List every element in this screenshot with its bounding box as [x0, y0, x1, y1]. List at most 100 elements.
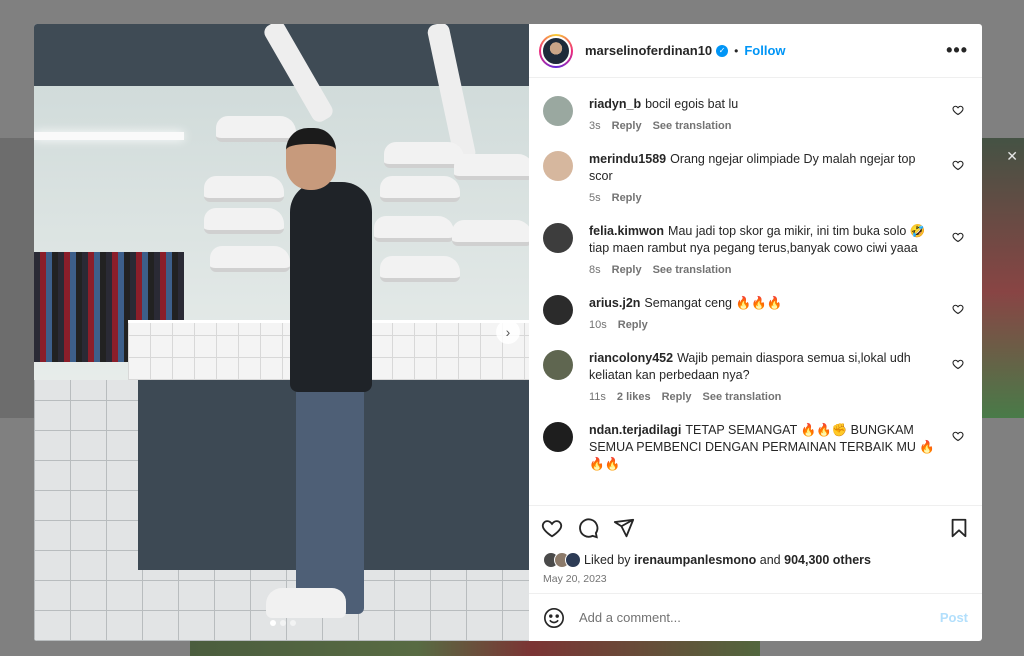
comment-time: 3s: [589, 120, 601, 132]
photo-sneaker: [204, 176, 284, 202]
comment-item: felia.kimwon Mau jadi top skor ga mikir, …: [543, 223, 968, 276]
photo-sneaker: [452, 220, 529, 246]
liked-by-username[interactable]: irenaumpanlesmono: [634, 553, 756, 567]
reply-button[interactable]: Reply: [612, 264, 642, 276]
liker-avatars: [543, 552, 581, 568]
comment-input[interactable]: [579, 610, 940, 625]
post-photo[interactable]: ›: [34, 24, 529, 641]
comment-time: 8s: [589, 264, 601, 276]
comment-meta: 3s Reply See translation: [589, 120, 942, 132]
comment-likes[interactable]: 2 likes: [617, 391, 651, 403]
photo-sneaker: [384, 142, 464, 168]
carousel-indicator: [270, 620, 296, 626]
carousel-dot: [280, 620, 286, 626]
photo-person-shoes: [266, 588, 346, 618]
post-actions: [529, 505, 982, 549]
heart-icon[interactable]: [541, 517, 563, 539]
post-modal: › marselinoferdinan10 ✓ • Follow ••• ria…: [34, 24, 982, 641]
comment-item: merindu1589 Orang ngejar olimpiade Dy mal…: [543, 151, 968, 204]
commenter-avatar[interactable]: [543, 350, 573, 380]
photo-person-head: [286, 128, 336, 190]
reply-button[interactable]: Reply: [612, 120, 642, 132]
see-translation-button[interactable]: See translation: [703, 391, 782, 403]
comment-body: merindu1589 Orang ngejar olimpiade Dy mal…: [589, 151, 968, 204]
photo-person-legs: [296, 364, 364, 614]
bookmark-icon[interactable]: [948, 517, 970, 539]
comment-like-heart-icon[interactable]: [952, 159, 964, 171]
add-comment-bar: Post: [529, 593, 982, 641]
follow-button[interactable]: Follow: [744, 43, 785, 58]
commenter-avatar[interactable]: [543, 422, 573, 452]
commenter-username[interactable]: ndan.terjadilagi: [589, 423, 681, 437]
carousel-dot: [290, 620, 296, 626]
reply-button[interactable]: Reply: [618, 319, 648, 331]
likes-count[interactable]: 904,300 others: [784, 553, 871, 567]
photo-sneaker: [380, 176, 460, 202]
comment-meta: 8s Reply See translation: [589, 264, 942, 276]
comment-text: bocil egois bat lu: [645, 97, 739, 111]
post-comment-button[interactable]: Post: [940, 610, 968, 625]
comment-body: arius.j2n Semangat ceng 🔥🔥🔥 10s Reply: [589, 295, 968, 331]
see-translation-button[interactable]: See translation: [653, 120, 732, 132]
comment-time: 11s: [589, 391, 606, 403]
comment-body: riadyn_b bocil egois bat lu 3s Reply See tr…: [589, 96, 968, 132]
close-icon[interactable]: ✕: [1006, 148, 1018, 165]
likes-summary[interactable]: Liked by irenaumpanlesmono and 904,300 o…: [529, 549, 982, 571]
photo-person-body: [290, 182, 372, 392]
author-username[interactable]: marselinoferdinan10: [585, 43, 712, 58]
comment-content: riancolony452 Wajib pemain diaspora semua…: [589, 350, 942, 384]
comment-body: riancolony452 Wajib pemain diaspora semua…: [589, 350, 968, 403]
photo-sneaker: [374, 216, 454, 242]
comment-body: felia.kimwon Mau jadi top skor ga mikir, …: [589, 223, 968, 276]
likes-prefix: Liked by: [584, 553, 631, 567]
post-header: marselinoferdinan10 ✓ • Follow •••: [529, 24, 982, 78]
commenter-avatar[interactable]: [543, 151, 573, 181]
commenter-avatar[interactable]: [543, 223, 573, 253]
photo-sneaker: [380, 256, 460, 282]
comment-like-heart-icon[interactable]: [952, 430, 964, 442]
photo-sneaker: [216, 116, 296, 142]
likes-and: and: [759, 553, 781, 567]
comment-content: ndan.terjadilagi TETAP SEMANGAT 🔥🔥✊ BUNGK…: [589, 422, 942, 473]
comment-time: 10s: [589, 319, 607, 331]
more-options-icon[interactable]: •••: [946, 40, 968, 61]
commenter-username[interactable]: felia.kimwon: [589, 224, 664, 238]
reply-button[interactable]: Reply: [612, 192, 642, 204]
commenter-username[interactable]: merindu1589: [589, 152, 666, 166]
liker-avatar: [565, 552, 581, 568]
comment-content: riadyn_b bocil egois bat lu: [589, 96, 942, 113]
commenter-username[interactable]: riadyn_b: [589, 97, 641, 111]
header-separator: •: [734, 43, 739, 58]
photo-sneaker: [210, 246, 290, 272]
commenter-username[interactable]: riancolony452: [589, 351, 673, 365]
comments-list: riadyn_b bocil egois bat lu 3s Reply See tr…: [529, 78, 982, 505]
reply-button[interactable]: Reply: [662, 391, 692, 403]
photo-sneaker: [204, 208, 284, 234]
commenter-avatar[interactable]: [543, 295, 573, 325]
see-translation-button[interactable]: See translation: [653, 264, 732, 276]
commenter-avatar[interactable]: [543, 96, 573, 126]
comment-meta: 11s 2 likes Reply See translation: [589, 391, 942, 403]
author-avatar[interactable]: [539, 33, 573, 68]
post-date: May 20, 2023: [543, 573, 607, 585]
comment-content: felia.kimwon Mau jadi top skor ga mikir, …: [589, 223, 942, 257]
photo-sneaker: [454, 154, 529, 180]
share-icon[interactable]: [613, 517, 635, 539]
commenter-username[interactable]: arius.j2n: [589, 296, 640, 310]
comment-item: ndan.terjadilagi TETAP SEMANGAT 🔥🔥✊ BUNGK…: [543, 422, 968, 473]
comment-meta: 5s Reply: [589, 192, 942, 204]
emoji-icon[interactable]: [543, 607, 565, 629]
carousel-dot-active: [270, 620, 276, 626]
comment-icon[interactable]: [577, 517, 599, 539]
author-avatar-image: [541, 35, 571, 66]
comment-like-heart-icon[interactable]: [952, 104, 964, 116]
comment-meta: 10s Reply: [589, 319, 942, 331]
comment-like-heart-icon[interactable]: [952, 303, 964, 315]
backdrop-bottom-strip: [190, 640, 760, 656]
comment-item: arius.j2n Semangat ceng 🔥🔥🔥 10s Reply: [543, 295, 968, 331]
comment-like-heart-icon[interactable]: [952, 358, 964, 370]
comment-body: ndan.terjadilagi TETAP SEMANGAT 🔥🔥✊ BUNGK…: [589, 422, 968, 473]
backdrop-right-panel: [982, 138, 1024, 418]
next-photo-button[interactable]: ›: [496, 320, 520, 344]
comment-like-heart-icon[interactable]: [952, 231, 964, 243]
